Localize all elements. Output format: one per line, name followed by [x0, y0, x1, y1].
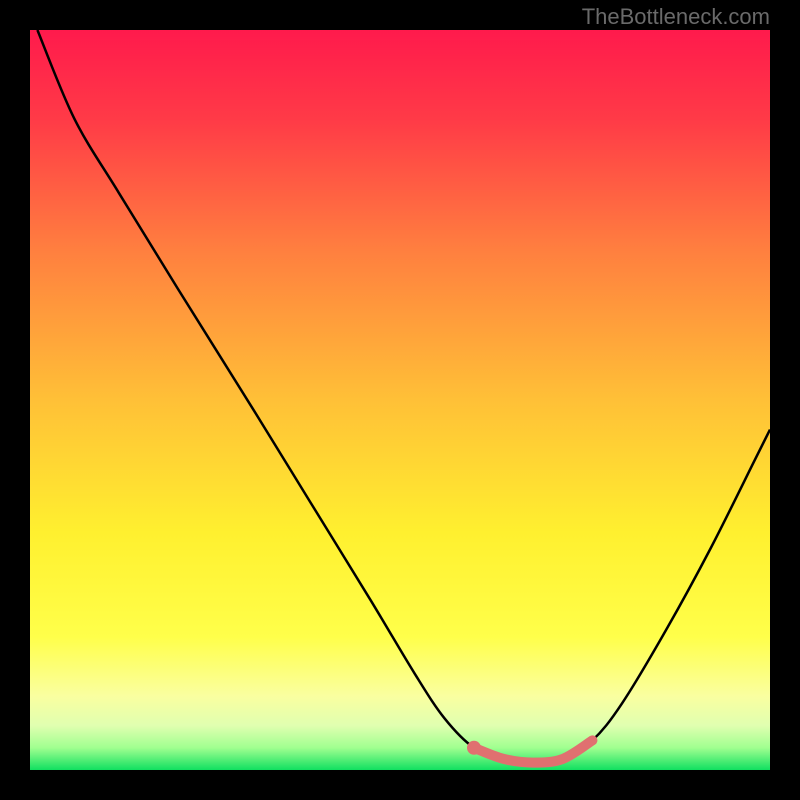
attribution-text: TheBottleneck.com [582, 4, 770, 30]
bottleneck-curve [37, 30, 770, 763]
optimal-marker [467, 741, 481, 755]
curve-layer [30, 30, 770, 770]
plot-area [30, 30, 770, 770]
optimal-highlight [474, 740, 592, 762]
